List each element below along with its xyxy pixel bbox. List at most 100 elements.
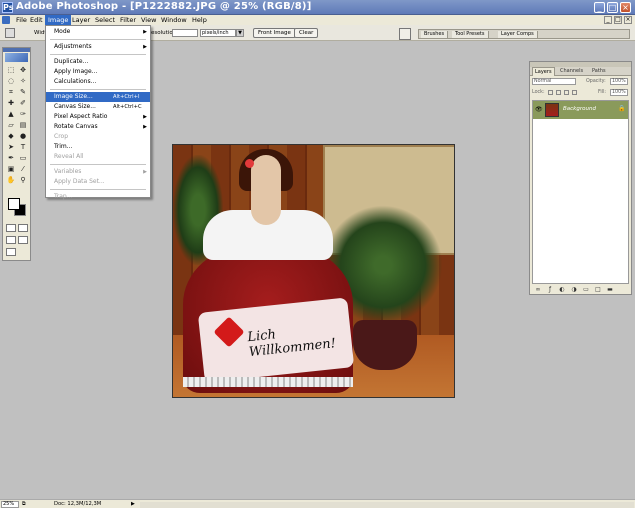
layer-mask-icon[interactable]: ◐ [558,286,566,293]
palette-well-tab-layer-comps[interactable]: Layer Comps [498,31,538,38]
image-flower-pot [353,320,417,370]
trash-icon[interactable]: ▬ [606,286,614,293]
menu-edit[interactable]: Edit [27,15,46,25]
menu-separator [50,39,146,40]
front-image-button[interactable]: Front Image [253,28,296,38]
submenu-arrow-icon: ▶ [143,169,147,175]
layers-panel: Layers Channels Paths Normal Opacity: 100%… [529,61,632,295]
tab-layers[interactable]: Layers [532,67,555,76]
brush-tool-icon[interactable]: ✐ [18,99,28,108]
opacity-input[interactable]: 100% [610,78,628,85]
menu-item-adjustments[interactable]: Adjustments ▶ [46,42,150,52]
marquee-tool-icon[interactable]: ⬚ [6,66,16,75]
lock-position-icon[interactable] [564,90,569,95]
quickmask-mode-icon[interactable] [18,224,28,232]
menu-item-label: Rotate Canvas [54,123,98,130]
foreground-color-swatch[interactable] [8,198,20,210]
menu-select[interactable]: Select [92,15,118,25]
hand-tool-icon[interactable]: ✋ [6,176,16,185]
clone-stamp-tool-icon[interactable]: ▲ [6,110,16,119]
palette-well-tab-tool-presets[interactable]: Tool Presets [452,31,489,38]
lock-transparent-icon[interactable] [548,90,553,95]
standard-mode-icon[interactable] [6,224,16,232]
lock-image-icon[interactable] [556,90,561,95]
maximize-icon[interactable]: □ [607,2,618,13]
status-menu-arrow-icon[interactable]: ▶ [131,501,135,507]
resolution-input[interactable] [172,29,198,37]
pen-tool-icon[interactable]: ✒ [6,154,16,163]
new-layer-icon[interactable]: □ [594,286,602,293]
layer-style-icon[interactable]: ƒ [546,286,554,293]
menu-filter[interactable]: Filter [117,15,139,25]
fill-input[interactable]: 100% [610,89,628,96]
zoom-input[interactable]: 25% [1,501,19,508]
history-brush-tool-icon[interactable]: ✑ [18,110,28,119]
menu-item-duplicate[interactable]: Duplicate... [46,57,150,67]
move-tool-icon[interactable]: ✥ [18,66,28,75]
link-icon[interactable]: ∞ [534,286,542,293]
menu-separator [50,89,146,90]
slice-tool-icon[interactable]: ✎ [18,88,28,97]
gradient-tool-icon[interactable]: ▤ [18,121,28,130]
image-lace-hem [183,377,353,387]
menu-item-apply-image[interactable]: Apply Image... [46,67,150,77]
chevron-down-icon[interactable]: ▼ [236,29,244,37]
menu-image[interactable]: Image [45,15,72,25]
doc-restore-icon[interactable]: □ [614,16,622,24]
new-group-icon[interactable]: ▭ [582,286,590,293]
menu-item-image-size[interactable]: Image Size... Alt+Ctrl+I [46,92,150,102]
menu-item-rotate-canvas[interactable]: Rotate Canvas ▶ [46,122,150,132]
blur-tool-icon[interactable]: ◆ [6,132,16,141]
screen-mode-standard-icon[interactable] [6,236,16,244]
adobe-online-icon[interactable] [5,53,28,62]
menu-item-pixel-aspect-ratio[interactable]: Pixel Aspect Ratio ▶ [46,112,150,122]
layer-row-background[interactable]: 👁 Background 🔒 [533,101,628,119]
clear-button[interactable]: Clear [294,28,319,38]
dodge-tool-icon[interactable]: ● [18,132,28,141]
menu-separator [50,189,146,190]
jump-to-imageready-icon[interactable] [6,248,16,256]
eyedropper-tool-icon[interactable]: ⁄ [18,165,28,174]
tab-paths[interactable]: Paths [590,67,608,76]
menu-view[interactable]: View [138,15,159,25]
resolution-unit-select[interactable]: pixels/inch [200,29,236,37]
doc-close-icon[interactable]: × [624,16,632,24]
status-scrollbar[interactable] [140,502,634,508]
crop-tool-icon[interactable] [5,28,15,38]
magic-wand-tool-icon[interactable]: ✧ [18,77,28,86]
screen-mode-full-icon[interactable] [18,236,28,244]
menu-window[interactable]: Window [158,15,190,25]
menu-layer[interactable]: Layer [69,15,93,25]
healing-brush-tool-icon[interactable]: ✚ [6,99,16,108]
eye-icon[interactable]: 👁 [535,106,543,113]
menu-item-apply-data-set: Apply Data Set... [46,177,150,187]
menu-item-calculations[interactable]: Calculations... [46,77,150,87]
toolbox-titlebar[interactable] [3,48,30,52]
menu-help[interactable]: Help [189,15,210,25]
document-image[interactable]: Lich Willkommen! [172,144,455,398]
file-browser-icon[interactable] [399,28,411,40]
notes-tool-icon[interactable]: ▣ [6,165,16,174]
document-icon[interactable] [2,16,10,24]
menu-item-canvas-size[interactable]: Canvas Size... Alt+Ctrl+C [46,102,150,112]
adjustment-layer-icon[interactable]: ◑ [570,286,578,293]
palette-well-tab-brushes[interactable]: Brushes [421,31,449,38]
blend-mode-select[interactable]: Normal [532,78,576,85]
lasso-tool-icon[interactable]: ◌ [6,77,16,86]
tab-channels[interactable]: Channels [558,67,585,76]
menu-item-mode[interactable]: Mode ▶ [46,27,150,37]
path-selection-tool-icon[interactable]: ➤ [6,143,16,152]
doc-minimize-icon[interactable]: _ [604,16,612,24]
shape-tool-icon[interactable]: ▭ [18,154,28,163]
crop-tool-icon[interactable]: ⌗ [6,88,16,97]
minimize-icon[interactable]: _ [594,2,605,13]
type-tool-icon[interactable]: T [18,143,28,152]
zoom-tool-icon[interactable]: ⚲ [18,176,28,185]
photoshop-icon[interactable]: Ps [2,2,13,13]
zoom-preview-icon[interactable]: ⧉ [22,501,30,508]
menu-item-trim[interactable]: Trim... [46,142,150,152]
close-icon[interactable]: × [620,2,631,13]
eraser-tool-icon[interactable]: ▱ [6,121,16,130]
lock-all-icon[interactable] [572,90,577,95]
menu-item-shortcut: Alt+Ctrl+I [113,94,140,100]
